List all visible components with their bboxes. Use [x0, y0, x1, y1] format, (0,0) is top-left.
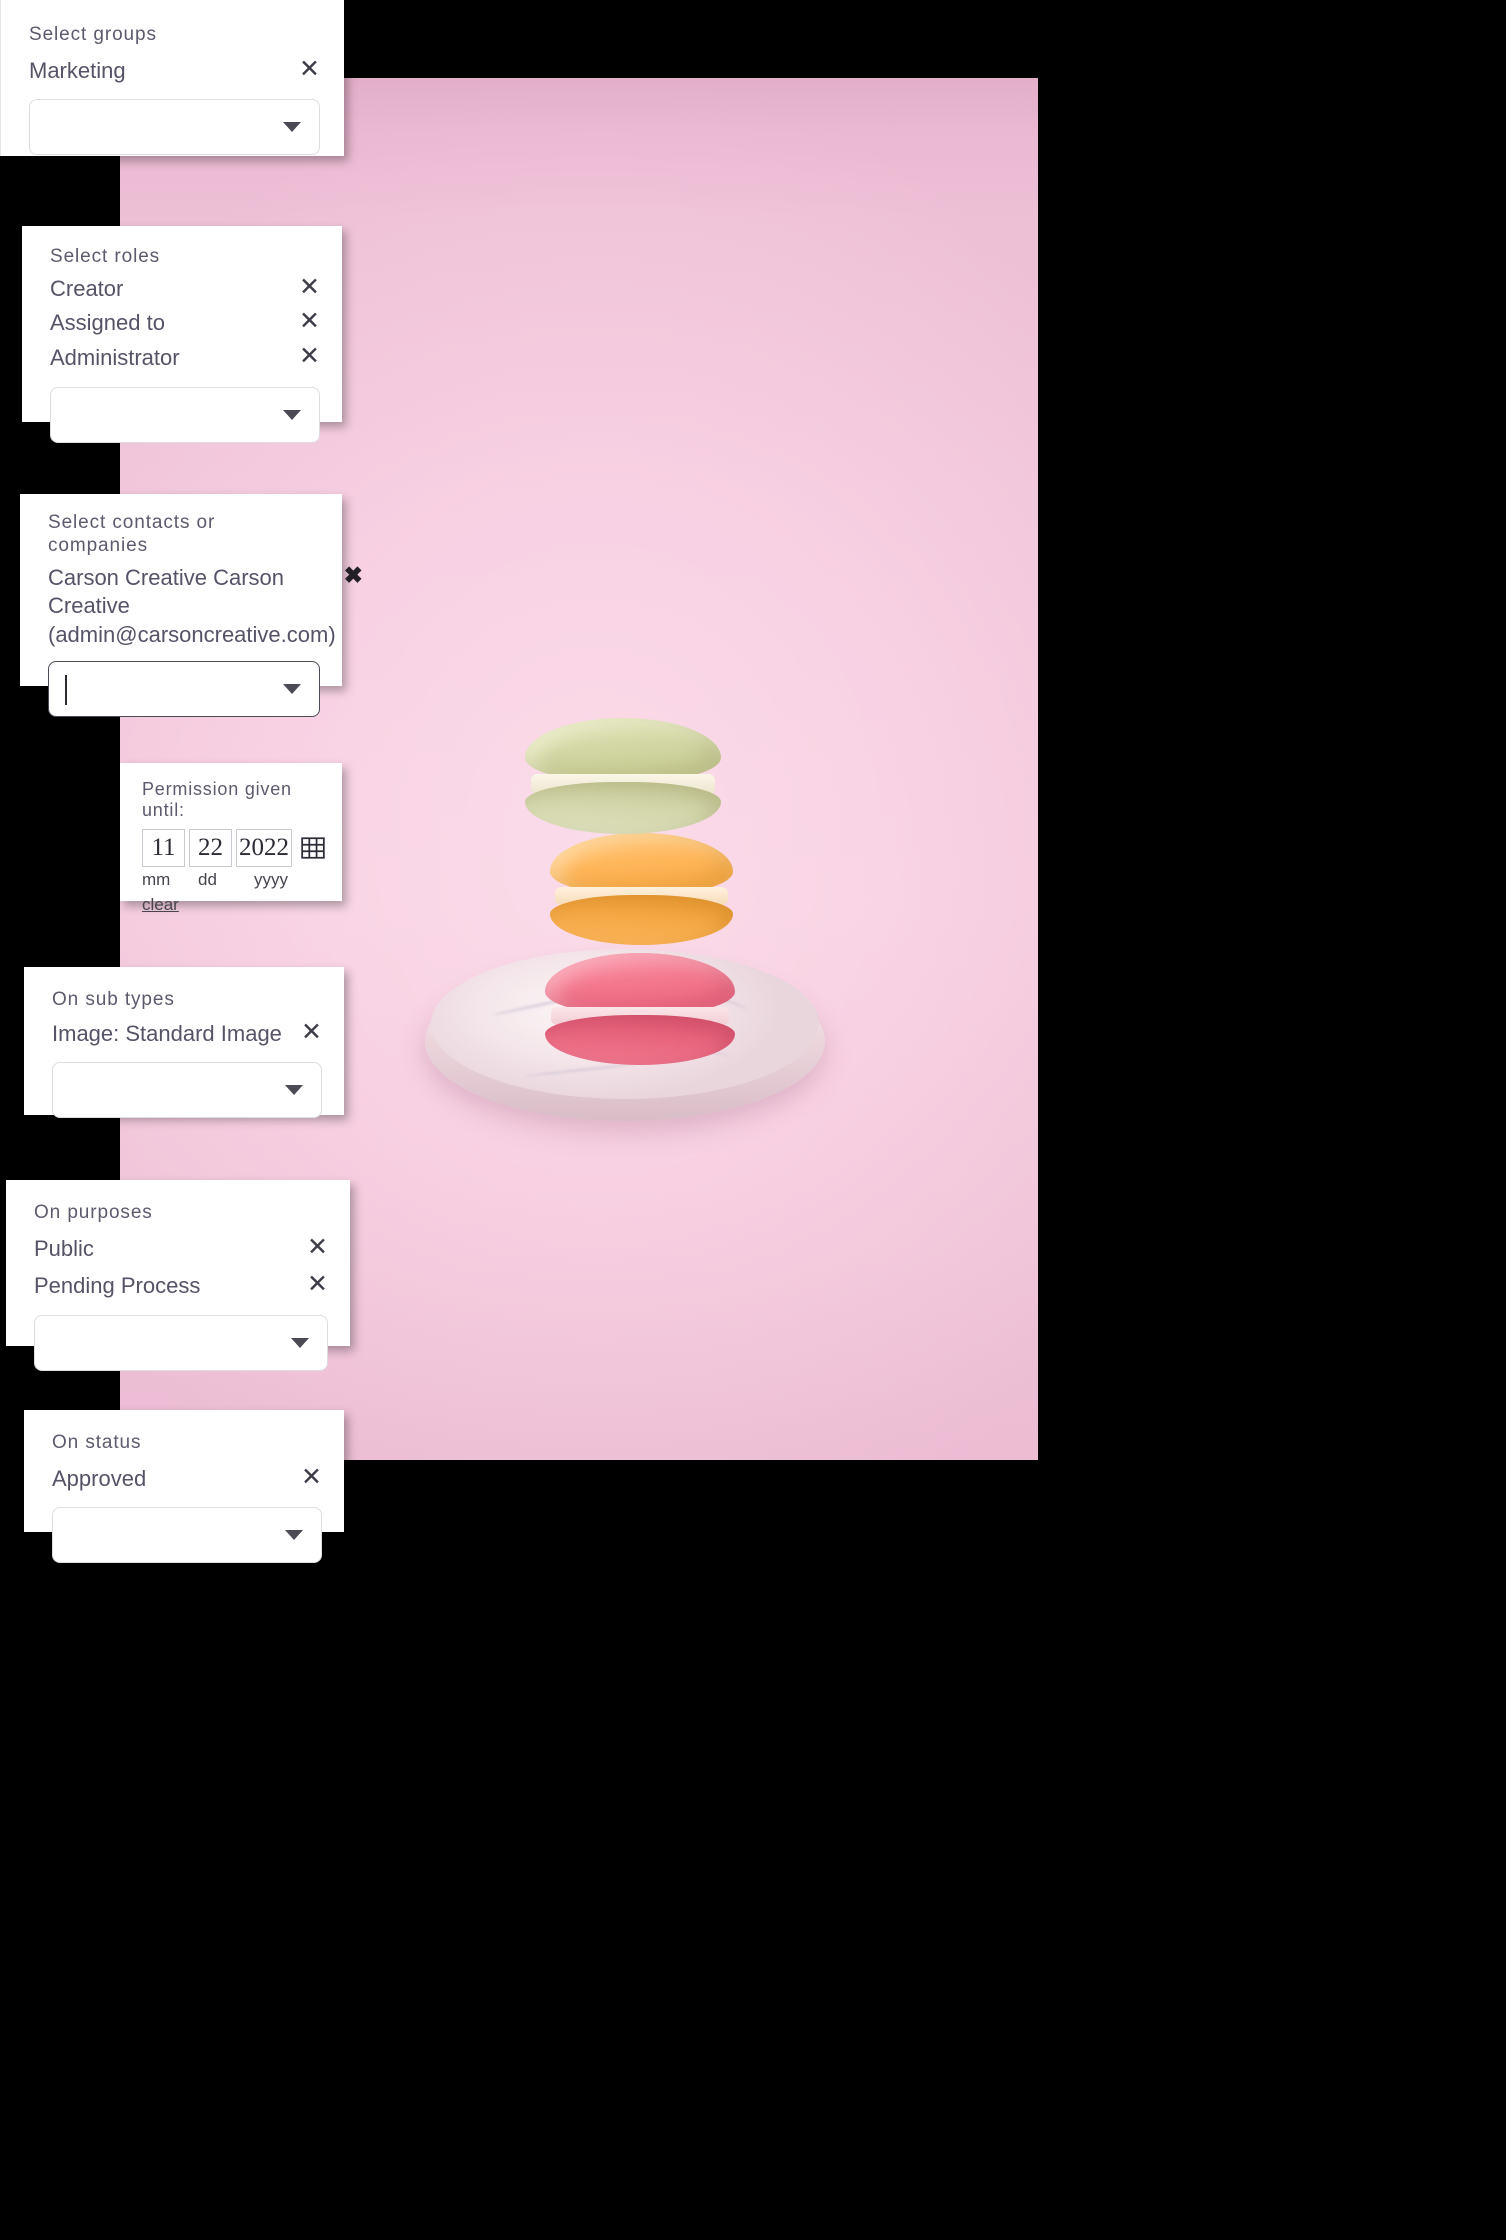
month-input[interactable]: 11: [142, 829, 185, 867]
select-contacts-panel: Select contacts or companies Carson Crea…: [20, 494, 363, 718]
chevron-down-icon: [285, 1530, 303, 1541]
remove-status-icon[interactable]: ✕: [301, 1464, 322, 1490]
macaron-shell-bottom: [545, 1015, 735, 1065]
status-select[interactable]: [52, 1507, 322, 1564]
groups-select[interactable]: [29, 99, 320, 156]
remove-purpose-icon[interactable]: ✕: [307, 1234, 328, 1260]
purposes-panel: On purposes Public ✕ Pending Process ✕: [6, 1180, 350, 1371]
permission-date-panel: Permission given until: 11 22 2022 mm dd…: [120, 763, 342, 914]
macaron-shell-top: [550, 833, 733, 895]
select-roles-panel: Select roles Creator ✕ Assigned to ✕ Adm…: [22, 226, 342, 443]
selected-group-label: Marketing: [29, 57, 126, 83]
selected-contact-row: Carson Creative Carson Creative (admin@c…: [48, 563, 363, 650]
sub-types-panel: On sub types Image: Standard Image ✕: [24, 967, 344, 1119]
selected-role-row: Administrator ✕: [50, 343, 320, 373]
selected-role-label: Administrator: [50, 344, 180, 370]
selected-role-label: Creator: [50, 275, 124, 301]
chevron-down-icon: [283, 122, 301, 133]
date-fields: 11 22 2022: [142, 829, 326, 867]
purposes-label: On purposes: [34, 1202, 153, 1223]
selected-status-label: Approved: [52, 1465, 147, 1491]
year-hint: yyyy: [254, 870, 288, 889]
chevron-down-icon: [283, 409, 301, 420]
purposes-select[interactable]: [34, 1314, 328, 1371]
contacts-select[interactable]: [48, 661, 320, 718]
permission-date-label: Permission given until:: [142, 779, 292, 820]
macaron-shell-bottom: [525, 782, 721, 834]
macaron-shell-top: [525, 718, 721, 782]
screen-root: Select groups Marketing ✕ Select roles C…: [0, 0, 1506, 2240]
selected-contact-label: Carson Creative Carson Creative (admin@c…: [48, 564, 336, 647]
select-groups-panel: Select groups Marketing ✕: [0, 0, 344, 156]
text-cursor: [65, 675, 67, 706]
year-input[interactable]: 2022: [235, 829, 293, 867]
remove-contact-icon[interactable]: ✖: [344, 563, 363, 587]
select-groups-label: Select groups: [29, 24, 157, 45]
selected-role-label: Assigned to: [50, 310, 165, 336]
chevron-down-icon: [285, 1085, 303, 1096]
selected-subtype-label: Image: Standard Image: [52, 1020, 282, 1046]
remove-subtype-icon[interactable]: ✕: [301, 1019, 322, 1045]
remove-group-icon[interactable]: ✕: [299, 56, 320, 82]
roles-select[interactable]: [50, 386, 320, 443]
select-roles-label: Select roles: [50, 246, 161, 267]
chevron-down-icon: [283, 684, 301, 695]
remove-role-icon[interactable]: ✕: [299, 309, 320, 334]
marble-vein: [526, 1063, 636, 1077]
macaron-pistachio: [525, 718, 721, 834]
status-panel: On status Approved ✕: [24, 1410, 344, 1564]
selected-status-row: Approved ✕: [52, 1464, 322, 1494]
month-hint: mm: [142, 870, 171, 889]
macaron-orange: [550, 833, 733, 945]
day-hint: dd: [198, 870, 217, 889]
calendar-icon[interactable]: [300, 835, 326, 861]
macaron-shell-top: [545, 953, 735, 1015]
status-label: On status: [52, 1432, 142, 1453]
date-hints: mm dd yyyy: [142, 870, 326, 890]
remove-role-icon[interactable]: ✕: [299, 343, 320, 369]
macaron-pink: [545, 953, 735, 1065]
selected-group-row: Marketing ✕: [29, 56, 320, 86]
clear-date-link[interactable]: clear: [142, 895, 179, 915]
selected-purpose-label: Public: [34, 1235, 94, 1261]
selected-purpose-row: Pending Process ✕: [34, 1272, 328, 1301]
macaron-shell-bottom: [550, 895, 733, 945]
selected-purpose-row: Public ✕: [34, 1234, 328, 1264]
sub-types-label: On sub types: [52, 989, 175, 1010]
sub-types-select[interactable]: [52, 1062, 322, 1119]
remove-purpose-icon[interactable]: ✕: [307, 1272, 328, 1297]
select-contacts-label: Select contacts or companies: [48, 512, 216, 556]
day-input[interactable]: 22: [188, 829, 232, 867]
selected-role-row: Creator ✕: [50, 274, 320, 304]
selected-purpose-label: Pending Process: [34, 1273, 201, 1299]
remove-role-icon[interactable]: ✕: [299, 274, 320, 300]
chevron-down-icon: [291, 1337, 309, 1348]
selected-subtype-row: Image: Standard Image ✕: [52, 1019, 322, 1049]
selected-role-row: Assigned to ✕: [50, 309, 320, 338]
